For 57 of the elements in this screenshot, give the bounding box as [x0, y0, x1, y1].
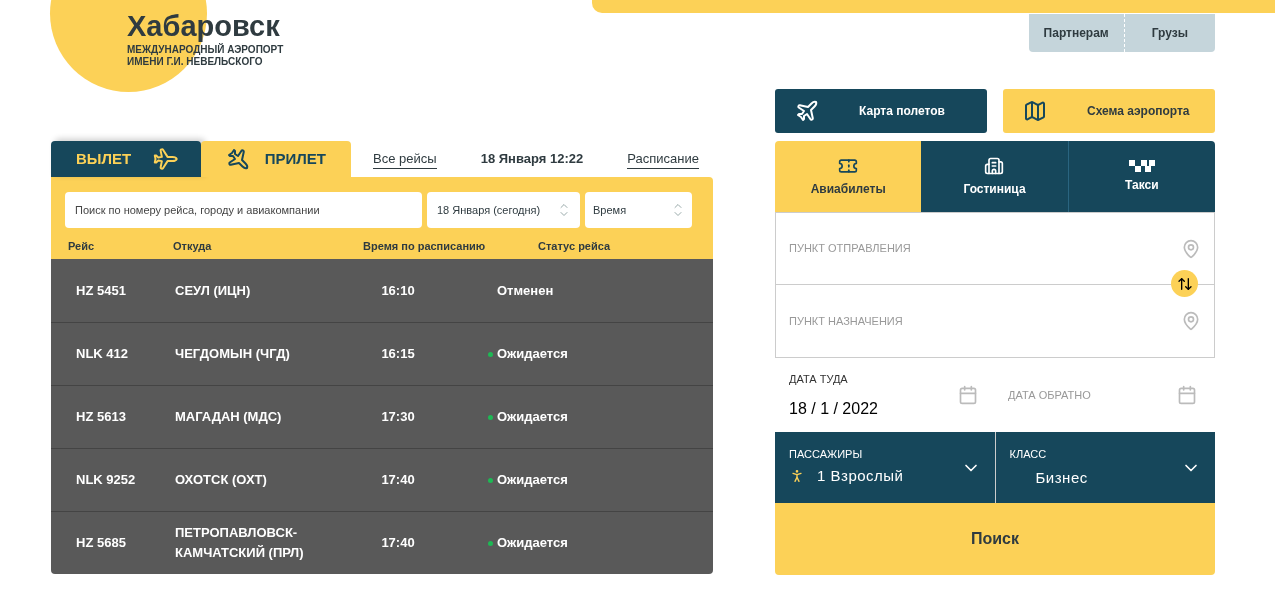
flight-status: Ожидается: [497, 471, 568, 490]
column-header: Время по расписанию: [363, 239, 487, 254]
origin-city: МАГАДАН (МДС): [175, 408, 283, 426]
pin-icon: [1181, 311, 1201, 331]
flight-status: Ожидается: [497, 408, 568, 427]
date-field[interactable]: 18 / 1 / 2022: [789, 397, 878, 422]
origin-field[interactable]: ПУНКТ ОТПРАВЛЕНИЯ: [789, 240, 1089, 257]
pin-icon: [1181, 238, 1201, 259]
search-button[interactable]: Поиск: [775, 503, 1215, 575]
field-label: ДАТА ТУДА: [789, 371, 849, 387]
scheduled-time: 17:40: [380, 534, 416, 553]
flight-tab[interactable]: ВЫЛЕТ: [51, 141, 201, 177]
flight-number: HZ 5685: [76, 534, 127, 553]
booking-tab[interactable]: Такси: [1067, 141, 1215, 212]
column-header: Статус рейса: [538, 239, 611, 254]
flight-number: HZ 5613: [76, 408, 127, 427]
current-datetime: 18 Января 12:22: [480, 150, 584, 169]
booking-tab[interactable]: Гостиница: [921, 141, 1068, 212]
building-icon: [984, 155, 1005, 176]
flight-number: NLK 9252: [76, 471, 137, 490]
map-icon: [1023, 99, 1047, 123]
column-header: Рейс: [67, 239, 96, 254]
date-select[interactable]: 18 Января (сегодня): [427, 192, 580, 228]
schedule-link[interactable]: Расписание: [627, 148, 699, 170]
nav-link[interactable]: Партнерам: [1028, 14, 1124, 52]
swap-button[interactable]: [1171, 270, 1198, 297]
checker-icon: [1128, 159, 1155, 172]
origin-city: ЧЕГДОМЫН (ЧГД): [175, 345, 291, 363]
search-field[interactable]: Поиск по номеру рейса, городу и авиакомпании: [65, 192, 422, 228]
origin-city: ПЕТРОПАВЛОВСК-КАМЧАТСКИЙ (ПРЛ): [175, 524, 305, 562]
booking-tab[interactable]: Авиабилеты: [775, 141, 922, 212]
class-select[interactable]: КЛАСС Бизнес: [995, 432, 1215, 503]
origin-city: СЕУЛ (ИЦН): [175, 281, 252, 300]
scheduled-time: 16:10: [380, 281, 416, 300]
calendar-icon: [1177, 385, 1197, 405]
plane-icon: [226, 147, 250, 171]
all-flights-link[interactable]: Все рейсы: [373, 148, 437, 170]
flight-status: Ожидается: [497, 534, 568, 553]
time-select[interactable]: Время: [585, 192, 692, 228]
return-date-field[interactable]: ДАТА ОБРАТНО: [1008, 386, 1158, 404]
quick-button[interactable]: Карта полетов: [775, 89, 987, 133]
flight-status: Ожидается: [497, 345, 568, 364]
plane-icon: [795, 99, 819, 123]
destination-field[interactable]: ПУНКТ НАЗНАЧЕНИЯ: [789, 312, 1089, 330]
scheduled-time: 17:30: [380, 408, 416, 427]
flight-number: HZ 5451: [76, 281, 127, 300]
swap-icon: [1176, 275, 1193, 292]
calendar-icon: [958, 385, 978, 405]
flight-status: Отменен: [497, 281, 554, 300]
column-header: Откуда: [173, 239, 213, 254]
origin-city: ОХОТСК (ОХТ): [175, 471, 268, 489]
flight-number: NLK 412: [76, 345, 130, 364]
scheduled-time: 16:15: [380, 345, 416, 364]
flight-tab[interactable]: ПРИЛЕТ: [201, 141, 351, 177]
quick-button[interactable]: Схема аэропорта: [1003, 89, 1215, 133]
nav-link[interactable]: Грузы: [1123, 14, 1215, 52]
scheduled-time: 17:40: [380, 471, 416, 490]
